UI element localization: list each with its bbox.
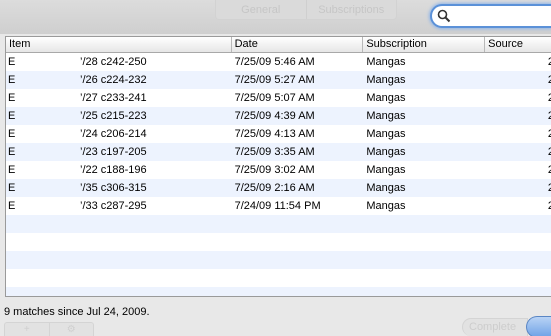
cell-item-name: ’/35 c306-315 [80, 182, 147, 194]
empty-table-row [6, 269, 551, 287]
status-text: 9 matches since Jul 24, 2009. [4, 306, 150, 318]
table-body: E ’/28 c242-250 7/25/09 5:46 AM Mangas 2 E ’/2… [6, 53, 551, 296]
cell-item-name: ’/28 c242-250 [80, 56, 147, 68]
table-row[interactable]: E ’/22 c188-196 7/25/09 3:02 AM Mangas 2 [6, 161, 551, 179]
cell-source: 2 [485, 89, 551, 107]
table-row[interactable]: E ’/24 c206-214 7/25/09 4:13 AM Mangas 2 [6, 125, 551, 143]
cell-item-lead: E [8, 146, 16, 158]
cell-subscription: Mangas [366, 164, 406, 176]
table-row[interactable]: E ’/25 c215-223 7/25/09 4:39 AM Mangas 2 [6, 107, 551, 125]
tab-general[interactable]: General [216, 0, 306, 19]
cell-date: 7/25/09 5:07 AM [234, 92, 315, 104]
empty-table-row [6, 215, 551, 233]
cell-date: 7/25/09 3:35 AM [234, 146, 315, 158]
table-row[interactable]: E ’/28 c242-250 7/25/09 5:46 AM Mangas 2 [6, 53, 551, 71]
column-header-subscription[interactable]: Subscription [363, 37, 486, 52]
cell-item: E ’/23 c197-205 [6, 143, 232, 161]
cell-date: 7/25/09 3:02 AM [234, 164, 315, 176]
cell-subscription: Mangas [366, 74, 406, 86]
cell-item-name: ’/27 c233-241 [80, 92, 147, 104]
cell-source: 2 [485, 107, 551, 125]
cell-item-name: ’/22 c188-196 [80, 164, 147, 176]
table-row[interactable]: E ’/23 c197-205 7/25/09 3:35 AM Mangas 2 [6, 143, 551, 161]
gear-icon[interactable]: ⚙ [48, 323, 94, 336]
cell-date: 7/25/09 4:13 AM [234, 128, 315, 140]
cell-item: E ’/35 c306-315 [6, 179, 232, 197]
cell-item: E ’/33 c287-295 [6, 197, 232, 215]
cell-source: 2 [485, 143, 551, 161]
tab-subscriptions[interactable]: Subscriptions [305, 0, 397, 19]
cell-item-name: ’/33 c287-295 [80, 200, 147, 212]
default-button[interactable] [526, 316, 551, 336]
cell-item-name: ’/26 c224-232 [80, 74, 147, 86]
cell-item: E ’/27 c233-241 [6, 89, 232, 107]
cell-subscription: Mangas [366, 110, 406, 122]
column-header-source[interactable]: Source [485, 37, 551, 52]
cell-subscription: Mangas [366, 182, 406, 194]
cell-item: E ’/26 c224-232 [6, 71, 232, 89]
cell-item: E ’/24 c206-214 [6, 125, 232, 143]
cell-item-lead: E [8, 164, 16, 176]
cell-source: 2 [485, 197, 551, 215]
column-header-item[interactable]: Item [6, 37, 232, 52]
table-row[interactable]: E ’/35 c306-315 7/25/09 2:16 AM Mangas 2 [6, 179, 551, 197]
cell-date: 7/24/09 11:54 PM [234, 200, 321, 212]
cell-item-name: ’/24 c206-214 [80, 128, 147, 140]
cell-item-lead: E [8, 56, 16, 68]
cell-date: 7/25/09 4:39 AM [234, 110, 315, 122]
cell-date: 7/25/09 5:27 AM [234, 74, 315, 86]
empty-table-row [6, 251, 551, 269]
cell-subscription: Mangas [366, 56, 406, 68]
complete-button[interactable]: Complete [462, 318, 528, 336]
cell-subscription: Mangas [366, 200, 406, 212]
cell-item-lead: E [8, 182, 16, 194]
cell-item-lead: E [8, 74, 16, 86]
preferences-segmented-control[interactable]: General Subscriptions [215, 0, 397, 20]
cell-date: 7/25/09 5:46 AM [234, 56, 315, 68]
cell-subscription: Mangas [366, 146, 406, 158]
empty-table-row [6, 233, 551, 251]
cell-source: 2 [485, 125, 551, 143]
table-row[interactable]: E ’/27 c233-241 7/25/09 5:07 AM Mangas 2 [6, 89, 551, 107]
history-table[interactable]: Item Date Subscription Source E ’/28 c242… [5, 36, 551, 297]
cell-item: E ’/28 c242-250 [6, 53, 232, 71]
cell-item-lead: E [8, 200, 16, 212]
cell-item-name: ’/23 c197-205 [80, 146, 147, 158]
cell-item-lead: E [8, 110, 16, 122]
search-field[interactable] [430, 4, 551, 28]
bottom-button-group: + ⚙ [4, 322, 94, 336]
cell-source: 2 [485, 53, 551, 71]
empty-table-row [6, 287, 551, 296]
cell-subscription: Mangas [366, 128, 406, 140]
column-header-date[interactable]: Date [232, 37, 364, 52]
table-row[interactable]: E ’/26 c224-232 7/25/09 5:27 AM Mangas 2 [6, 71, 551, 89]
cell-item-name: ’/25 c215-223 [80, 110, 147, 122]
cell-source: 2 [485, 179, 551, 197]
table-row[interactable]: E ’/33 c287-295 7/24/09 11:54 PM Mangas 2 [6, 197, 551, 215]
cell-date: 7/25/09 2:16 AM [234, 182, 315, 194]
cell-item-lead: E [8, 128, 16, 140]
search-input[interactable] [452, 8, 550, 24]
cell-source: 2 [485, 71, 551, 89]
cell-source: 2 [485, 161, 551, 179]
cell-item: E ’/25 c215-223 [6, 107, 232, 125]
add-button[interactable]: + [5, 323, 49, 336]
search-icon [437, 9, 451, 23]
cell-subscription: Mangas [366, 92, 406, 104]
table-header: Item Date Subscription Source [6, 37, 551, 53]
cell-item-lead: E [8, 92, 16, 104]
cell-item: E ’/22 c188-196 [6, 161, 232, 179]
